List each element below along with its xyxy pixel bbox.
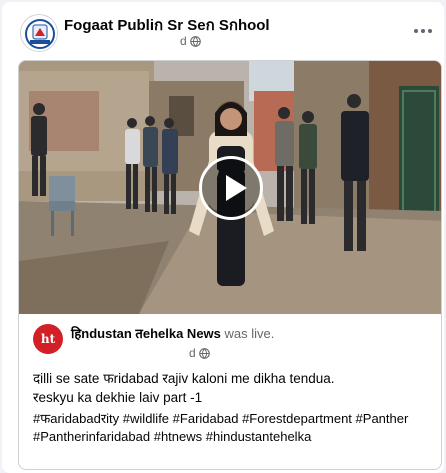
hashtag-link[interactable]: #hindustantehelka <box>206 429 312 444</box>
source-verb: was live. <box>224 326 275 341</box>
caption-line: दilli se sate फridabad रajiv kaloni me d… <box>33 371 335 386</box>
caption-line: रeskyu ka dekhie laiv part -1 <box>33 390 203 405</box>
post-caption: दilli se sate फridabad रajiv kaloni me d… <box>33 369 433 407</box>
source-header: ht हिndustan तehelka News was live. d <box>19 314 441 364</box>
hashtag-link[interactable]: #Pantherinfaridabad <box>33 429 150 444</box>
video-player[interactable] <box>19 61 441 314</box>
shared-post: ht हिndustan तehelka News was live. d दi… <box>18 60 442 470</box>
source-time[interactable]: d <box>189 346 196 360</box>
hashtag-link[interactable]: #Faridabad <box>173 411 239 426</box>
post-header: Fogaat Publiก Sr Seก Sกhool d <box>2 2 444 60</box>
page-name[interactable]: Fogaat Publiก Sr Seก Sกhool <box>64 13 270 37</box>
source-meta: d <box>189 346 210 360</box>
globe-icon <box>189 35 201 47</box>
post-card: Fogaat Publiก Sr Seก Sกhool d ht हिndust… <box>2 2 444 473</box>
hashtag-link[interactable]: #wildlife <box>123 411 169 426</box>
play-icon <box>226 175 247 201</box>
hashtag-list: #फaridabadरity #wildlife #Faridabad #For… <box>33 410 437 446</box>
hashtag-link[interactable]: #htnews <box>154 429 202 444</box>
hashtag-link[interactable]: #Forestdepartment <box>242 411 352 426</box>
source-logo[interactable]: ht <box>33 324 63 354</box>
post-meta: d <box>180 34 201 48</box>
post-time[interactable]: d <box>180 34 187 48</box>
play-button[interactable] <box>199 156 263 220</box>
globe-icon <box>198 347 210 359</box>
more-options-icon[interactable] <box>414 26 434 36</box>
hashtag-link[interactable]: #Panther <box>356 411 409 426</box>
source-logo-text: ht <box>40 332 56 346</box>
school-logo-icon <box>22 16 57 51</box>
source-name[interactable]: हिndustan तehelka News <box>71 326 221 341</box>
source-line: हिndustan तehelka News was live. <box>71 324 274 342</box>
page-avatar[interactable] <box>20 14 58 52</box>
hashtag-link[interactable]: #फaridabadरity <box>33 411 119 426</box>
